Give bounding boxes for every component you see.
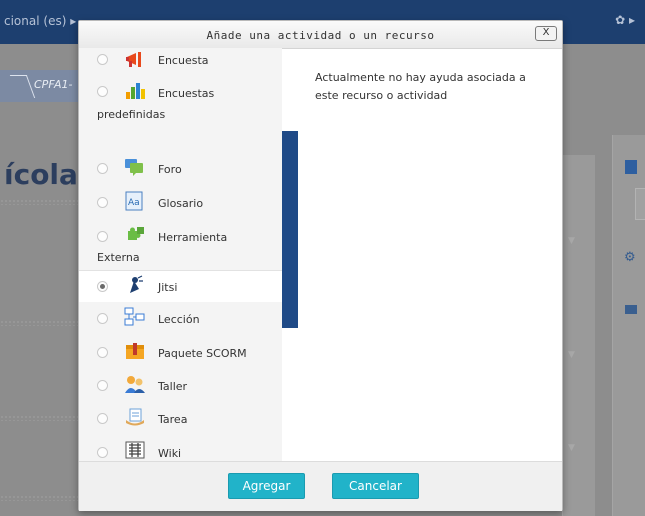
radio-button[interactable]	[97, 163, 108, 174]
dialog-title: Añade una actividad o un recurso	[206, 29, 435, 42]
divider	[0, 199, 80, 205]
option-tarea[interactable]: Tarea	[79, 401, 282, 435]
forum-icon	[124, 157, 146, 177]
radio-button[interactable]	[97, 86, 108, 97]
divider	[0, 495, 80, 501]
option-herramienta-externa[interactable]: Herramienta Externa	[79, 218, 282, 270]
gear-icon[interactable]: ✿ ▸	[615, 13, 635, 27]
cancel-button[interactable]: Cancelar	[332, 473, 419, 499]
option-encuesta[interactable]: Encuesta	[79, 48, 282, 75]
option-label: Paquete SCORM	[158, 347, 247, 360]
activity-chooser-dialog: Añade una actividad o un recurso X Encue…	[78, 20, 563, 511]
lesson-icon	[124, 307, 146, 327]
chevron-down-icon[interactable]: ▼	[568, 236, 575, 246]
option-label: Encuesta	[158, 54, 209, 67]
page-title: ícola	[4, 158, 78, 191]
option-label: Tarea	[158, 413, 188, 426]
settings-icon[interactable]: ⚙	[624, 250, 636, 265]
folder-icon	[625, 305, 637, 314]
option-label-continued: predefinidas	[97, 108, 166, 121]
option-leccion[interactable]: Lección	[79, 302, 282, 335]
radio-button[interactable]	[97, 413, 108, 424]
megaphone-icon	[124, 50, 146, 70]
wiki-icon	[124, 440, 146, 460]
option-jitsi[interactable]: Jitsi	[79, 270, 282, 303]
workshop-icon	[124, 374, 146, 394]
grid-icon	[625, 160, 637, 174]
option-label: Lección	[158, 313, 200, 326]
glossary-icon: Aa	[124, 191, 146, 211]
option-label: Foro	[158, 163, 182, 176]
option-label: Jitsi	[158, 281, 178, 294]
breadcrumb-item[interactable]: CPFA1-	[34, 78, 73, 91]
content-column	[562, 155, 595, 516]
radio-button[interactable]	[97, 447, 108, 458]
option-label: Glosario	[158, 197, 204, 210]
svg-text:Aa: Aa	[128, 198, 140, 208]
language-label: cional (es)	[4, 14, 67, 28]
list-scrollbar[interactable]	[282, 131, 298, 328]
close-button[interactable]: X	[535, 26, 557, 41]
radio-button[interactable]	[97, 313, 108, 324]
option-label: Wiki	[158, 447, 182, 460]
radio-button[interactable]	[97, 380, 108, 391]
help-description: Actualmente no hay ayuda asociada a este…	[315, 71, 526, 102]
option-paquete-scorm[interactable]: Paquete SCORM	[79, 335, 282, 368]
option-label: Taller	[158, 380, 188, 393]
option-glosario[interactable]: Aa Glosario	[79, 185, 282, 218]
chevron-down-icon[interactable]: ▼	[568, 443, 575, 453]
option-foro[interactable]: Foro	[79, 151, 282, 185]
option-wiki[interactable]: Wiki	[79, 435, 282, 461]
option-label: Encuestas	[158, 87, 215, 100]
bar-chart-icon	[124, 80, 146, 100]
search-box[interactable]	[635, 188, 645, 220]
puzzle-icon	[124, 225, 146, 245]
option-taller[interactable]: Taller	[79, 368, 282, 401]
option-encuestas-predefinidas[interactable]: Encuestas predefinidas	[79, 75, 282, 128]
option-label-continued: Externa	[97, 251, 140, 264]
option-label: Herramienta	[158, 231, 228, 244]
dialog-footer: Agregar Cancelar	[79, 461, 562, 511]
scorm-package-icon	[124, 341, 146, 361]
radio-button[interactable]	[97, 54, 108, 65]
divider	[0, 415, 80, 421]
dialog-header: Añade una actividad o un recurso X	[79, 21, 562, 49]
jitsi-icon	[124, 275, 146, 295]
radio-button[interactable]	[97, 347, 108, 358]
add-button[interactable]: Agregar	[228, 473, 305, 499]
chevron-down-icon[interactable]: ▼	[568, 350, 575, 360]
assignment-icon	[124, 407, 146, 427]
radio-button[interactable]	[97, 197, 108, 208]
activity-list[interactable]: Encuesta Encuestas predefinidas Foro Aa …	[79, 48, 282, 461]
radio-button[interactable]	[97, 231, 108, 242]
radio-button-selected[interactable]	[97, 281, 108, 292]
language-menu[interactable]: cional (es) ▸	[4, 14, 76, 28]
divider	[0, 320, 80, 326]
close-icon: X	[542, 27, 550, 38]
